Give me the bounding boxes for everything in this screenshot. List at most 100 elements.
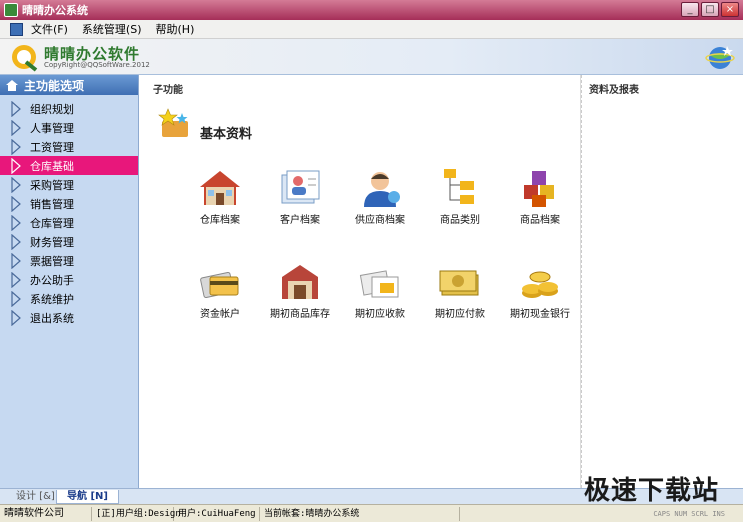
function-opening-payables[interactable]: 期初应付款 [420, 261, 500, 320]
expand-arrow-icon [11, 195, 21, 212]
reports-panel-label: 资料及报表 [589, 85, 639, 96]
function-label: 期初现金银行 [510, 309, 570, 320]
home-icon [6, 79, 18, 91]
expand-arrow-icon [11, 233, 21, 250]
expand-arrow-icon [11, 252, 21, 269]
menu-system-management[interactable]: 系统管理(S) [82, 21, 142, 37]
sidebar-nav-list: 组织规划人事管理工资管理仓库基础采购管理销售管理仓库管理财务管理票据管理办公助手… [0, 99, 138, 327]
sidebar-item-sales[interactable]: 销售管理 [0, 194, 138, 213]
function-opening-cash-bank[interactable]: 期初现金银行 [500, 261, 580, 320]
sidebar-item-payroll[interactable]: 工资管理 [0, 137, 138, 156]
function-label: 期初商品库存 [270, 309, 330, 320]
star-folder-icon [158, 107, 188, 137]
sidebar-item-exit-system[interactable]: 退出系统 [0, 308, 138, 327]
sidebar-item-label: 仓库基础 [30, 159, 74, 173]
sidebar: 主功能选项 组织规划人事管理工资管理仓库基础采购管理销售管理仓库管理财务管理票据… [0, 75, 139, 488]
status-user: 用户:CuiHuaFeng [174, 506, 260, 521]
globe-icon [705, 46, 735, 69]
function-label: 客户档案 [280, 215, 320, 226]
sidebar-item-personnel[interactable]: 人事管理 [0, 118, 138, 137]
function-customer-files[interactable]: 客户档案 [260, 167, 340, 226]
app-icon[interactable] [4, 3, 18, 17]
sidebar-item-label: 采购管理 [30, 178, 74, 192]
function-warehouse-files[interactable]: 仓库档案 [180, 167, 260, 226]
sidebar-item-organization[interactable]: 组织规划 [0, 99, 138, 118]
function-label: 仓库档案 [200, 215, 240, 226]
expand-arrow-icon [11, 157, 21, 174]
function-label: 期初应收款 [355, 309, 405, 320]
status-user-group: [正]用户组:Design [92, 506, 181, 521]
sidebar-header: 主功能选项 [0, 75, 138, 95]
coins-icon [522, 271, 558, 298]
close-button[interactable]: × [721, 2, 739, 17]
card-icon [200, 271, 239, 299]
expand-arrow-icon [11, 138, 21, 155]
sidebar-item-label: 财务管理 [30, 235, 74, 249]
sidebar-item-warehouse-basics[interactable]: 仓库基础 [0, 156, 138, 175]
sidebar-item-label: 办公助手 [30, 273, 74, 287]
tab-navigation[interactable]: 导航 [N] [56, 490, 119, 504]
sidebar-item-label: 组织规划 [30, 102, 74, 116]
menu-help[interactable]: 帮助(H) [156, 21, 195, 37]
function-label: 期初应付款 [435, 309, 485, 320]
sidebar-item-label: 票据管理 [30, 254, 74, 268]
sidebar-item-finance[interactable]: 财务管理 [0, 232, 138, 251]
cubes-icon [524, 171, 554, 207]
sidebar-item-label: 仓库管理 [30, 216, 74, 230]
function-label: 供应商档案 [355, 215, 405, 226]
watermark-text: 极速下载站 [583, 476, 719, 506]
section-header: 基本资料 [158, 105, 252, 142]
expand-arrow-icon [11, 214, 21, 231]
copyright-text: CopyRight@QQSoftWare.2012 [44, 61, 150, 69]
sidebar-item-label: 销售管理 [30, 197, 74, 211]
folder-tree-icon [444, 169, 474, 204]
function-opening-inventory[interactable]: 期初商品库存 [260, 261, 340, 320]
function-label: 商品档案 [520, 215, 560, 226]
banknote-icon [439, 270, 479, 296]
function-label: 资金帐户 [200, 309, 240, 320]
house-icon [200, 171, 240, 205]
minimize-button[interactable]: _ [681, 2, 699, 17]
expand-arrow-icon [11, 119, 21, 136]
section-label: 子功能 [153, 85, 183, 96]
function-fund-account[interactable]: 资金帐户 [180, 261, 260, 320]
sidebar-item-label: 退出系统 [30, 311, 74, 325]
status-bar: 晴晴软件公司 [正]用户组:Design 用户:CuiHuaFeng 当前帐套:… [0, 504, 743, 522]
receivable-icon [359, 270, 399, 298]
expand-arrow-icon [11, 176, 21, 193]
function-opening-receivables[interactable]: 期初应收款 [340, 261, 420, 320]
menu-bar: 文件(F) 系统管理(S) 帮助(H) [0, 20, 743, 39]
sidebar-item-purchasing[interactable]: 采购管理 [0, 175, 138, 194]
title-bar[interactable]: 晴晴办公系统 _ □ × [0, 0, 743, 20]
main-content: 子功能 基本资料 仓库档案 客户档案 供应商档案 商品类别 商品档案资金帐户 期初商品库存… [140, 75, 581, 488]
sidebar-item-warehouse[interactable]: 仓库管理 [0, 213, 138, 232]
sidebar-item-label: 系统维护 [30, 292, 74, 306]
section-title: 基本资料 [200, 127, 253, 142]
function-product-files[interactable]: 商品档案 [500, 167, 580, 226]
sidebar-item-system-maintenance[interactable]: 系统维护 [0, 289, 138, 308]
function-product-category[interactable]: 商品类别 [420, 167, 500, 226]
warehouse-icon [282, 265, 318, 299]
header-banner: 晴晴办公软件 CopyRight@QQSoftWare.2012 [0, 39, 743, 75]
status-keyboard-indicators: CAPS NUM SCRL INS [653, 509, 725, 518]
expand-arrow-icon [11, 100, 21, 117]
supplier-user-icon [364, 172, 400, 207]
menu-system-icon[interactable] [10, 22, 23, 36]
expand-arrow-icon [11, 271, 21, 288]
expand-arrow-icon [11, 290, 21, 307]
menu-file[interactable]: 文件(F) [31, 21, 68, 37]
status-account: 当前帐套:晴晴办公系统 [260, 506, 460, 521]
function-label: 商品类别 [440, 215, 480, 226]
function-supplier-files[interactable]: 供应商档案 [340, 167, 420, 226]
window-controls: _ □ × [681, 2, 739, 17]
logo-icon [12, 45, 38, 72]
sidebar-item-invoices[interactable]: 票据管理 [0, 251, 138, 270]
panel-divider [581, 75, 582, 488]
status-company: 晴晴软件公司 [0, 506, 92, 521]
expand-arrow-icon [11, 309, 21, 326]
sidebar-item-label: 工资管理 [30, 140, 74, 154]
maximize-button[interactable]: □ [701, 2, 719, 17]
sidebar-item-label: 人事管理 [30, 121, 74, 135]
sidebar-item-office-assistant[interactable]: 办公助手 [0, 270, 138, 289]
reports-panel: 资料及报表 [581, 75, 743, 488]
